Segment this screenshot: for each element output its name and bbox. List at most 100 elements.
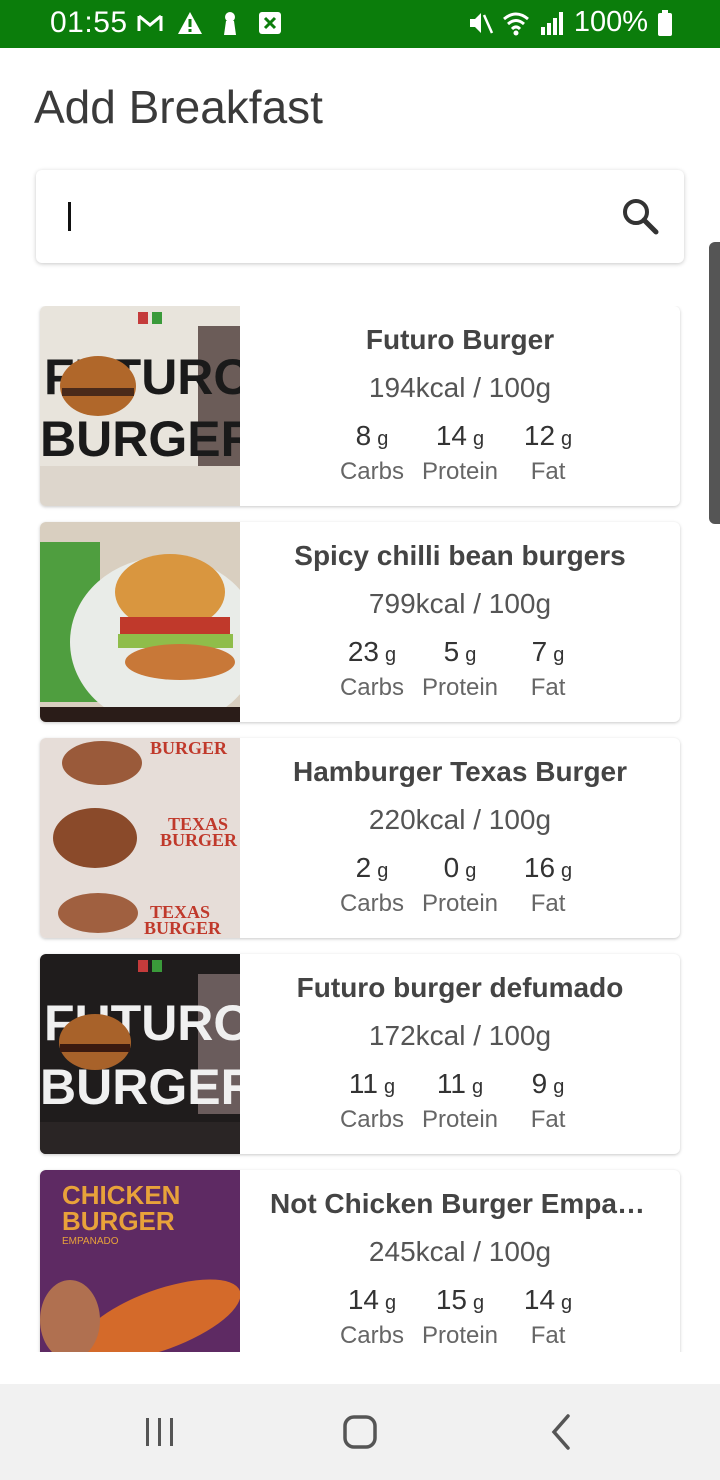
status-time: 01:55 (50, 6, 128, 39)
thumb-text: EMPANADO (62, 1236, 119, 1247)
food-card[interactable]: FUTURO BURGER Futuro Burger 194kcal / 10… (40, 306, 680, 506)
unit: g (561, 860, 573, 882)
fat-value: 12 (523, 420, 556, 451)
unit: g (553, 1076, 565, 1098)
unit: g (561, 1292, 573, 1314)
carbs-value: 2 (355, 852, 372, 883)
unit: g (377, 860, 389, 882)
fat-value: 14 (523, 1284, 556, 1315)
battery-icon (658, 9, 672, 36)
food-card[interactable]: CHICKEN BURGER EMPANADO Not Chicken Burg… (40, 1170, 680, 1352)
fat-label: Fat (530, 458, 566, 485)
unit: g (561, 428, 573, 450)
signal-icon (540, 11, 563, 35)
carbs-value: 23 (347, 636, 379, 667)
food-kcal: 194kcal / 100g (368, 372, 552, 403)
protein-label: Protein (421, 674, 499, 701)
carbs-label: Carbs (339, 890, 404, 917)
carbs-value: 14 (347, 1284, 379, 1315)
food-image (40, 522, 240, 722)
macro-protein: 14 g Protein (422, 420, 498, 486)
macro-fat: 12 g Fat (516, 420, 580, 486)
protein-label: Protein (421, 890, 499, 917)
food-name: Spicy chilli bean burgers (294, 540, 626, 571)
thumb-text: BURGER (40, 1059, 240, 1115)
carbs-label: Carbs (339, 1322, 404, 1349)
thumb-text: BURGER (62, 1206, 175, 1236)
protein-label: Protein (421, 1322, 499, 1349)
unit: g (383, 1076, 396, 1098)
food-image: FUTURO BURGER (40, 306, 240, 506)
macro-carbs: 23 g Carbs (340, 636, 404, 702)
macro-carbs: 2 g Carbs (340, 852, 404, 918)
protein-label: Protein (421, 458, 499, 485)
food-name: Not Chicken Burger Empana... (270, 1188, 673, 1219)
keyhole-icon (224, 12, 236, 35)
thumb-text: BURGER (40, 411, 240, 467)
unit: g (473, 1292, 485, 1314)
protein-label: Protein (421, 1106, 499, 1133)
macro-protein: 0 g Protein (422, 852, 498, 918)
food-kcal: 172kcal / 100g (368, 1020, 552, 1051)
macro-fat: 14 g Fat (516, 1284, 580, 1350)
unit: g (384, 1292, 397, 1314)
thumb-text: BURGER (144, 918, 222, 938)
carbs-label: Carbs (339, 1106, 404, 1133)
recent-apps-icon[interactable] (140, 1412, 180, 1452)
text-cursor (68, 202, 71, 231)
food-kcal: 799kcal / 100g (368, 588, 552, 619)
protein-value: 14 (435, 420, 468, 451)
macro-carbs: 8 g Carbs (340, 420, 404, 486)
carbs-value: 11 (348, 1068, 378, 1099)
fat-value: 9 (531, 1068, 548, 1099)
carbs-value: 8 (355, 420, 372, 451)
unit: g (465, 860, 477, 882)
mute-icon (469, 12, 493, 34)
food-card[interactable]: BURGER TEXAS BURGER TEXAS BURGER Hamburg… (40, 738, 680, 938)
fat-label: Fat (530, 1106, 566, 1133)
gmail-icon (137, 14, 163, 31)
excel-icon (259, 12, 281, 34)
fat-label: Fat (530, 890, 566, 917)
carbs-label: Carbs (339, 458, 404, 485)
macro-fat: 9 g Fat (516, 1068, 580, 1134)
unit: g (465, 644, 477, 666)
protein-value: 15 (435, 1284, 468, 1315)
macro-protein: 15 g Protein (422, 1284, 498, 1350)
food-card[interactable]: FUTURO BURGER Futuro burger defumado 172… (40, 954, 680, 1154)
search-icon[interactable] (620, 196, 660, 236)
home-icon[interactable] (340, 1412, 380, 1452)
food-image: BURGER TEXAS BURGER TEXAS BURGER (40, 738, 240, 938)
macro-fat: 16 g Fat (516, 852, 580, 918)
food-kcal: 220kcal / 100g (368, 804, 552, 835)
macro-protein: 11 g Protein (422, 1068, 498, 1134)
search-input[interactable] (66, 190, 606, 242)
protein-value: 11 (436, 1068, 466, 1099)
thumb-text: BURGER (160, 830, 238, 850)
food-list[interactable]: FUTURO BURGER Futuro Burger 194kcal / 10… (0, 306, 720, 1352)
page-title: Add Breakfast (34, 81, 323, 133)
unit: g (553, 644, 565, 666)
macro-protein: 5 g Protein (422, 636, 498, 702)
food-name: Hamburger Texas Burger (292, 756, 628, 787)
status-bar: 01:55 100% (0, 0, 720, 48)
back-icon[interactable] (542, 1412, 582, 1452)
protein-value: 0 (443, 852, 460, 883)
navigation-bar (0, 1384, 720, 1480)
search-box[interactable] (36, 170, 684, 263)
fat-label: Fat (530, 1322, 566, 1349)
wifi-icon (502, 12, 529, 35)
macro-carbs: 11 g Carbs (340, 1068, 404, 1134)
fat-label: Fat (530, 674, 566, 701)
thumb-text: BURGER (150, 738, 228, 758)
fat-value: 16 (523, 852, 556, 883)
unit: g (377, 428, 389, 450)
unit: g (384, 644, 397, 666)
food-name: Futuro burger defumado (296, 972, 624, 1003)
food-card[interactable]: Spicy chilli bean burgers 799kcal / 100g… (40, 522, 680, 722)
scrollbar-thumb[interactable] (709, 242, 720, 524)
food-kcal: 245kcal / 100g (368, 1236, 552, 1267)
battery-percent: 100% (573, 6, 648, 38)
food-name: Futuro Burger (365, 324, 555, 355)
food-image: CHICKEN BURGER EMPANADO (40, 1170, 240, 1352)
